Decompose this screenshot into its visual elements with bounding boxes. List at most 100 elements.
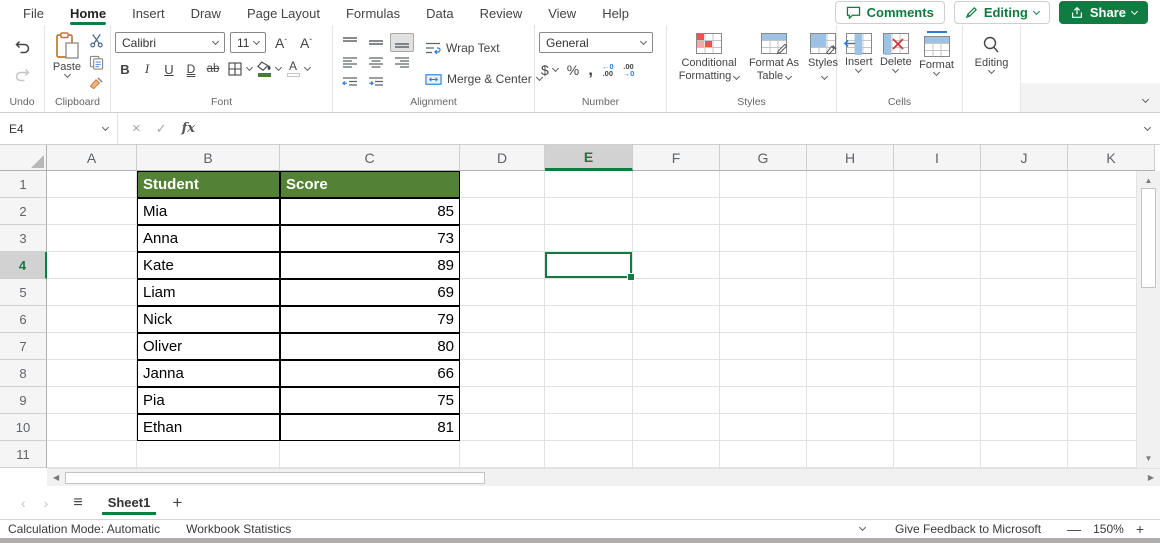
row-header-1[interactable]: 1	[0, 171, 47, 198]
menu-tab-formulas[interactable]: Formulas	[333, 1, 413, 25]
cell-B3[interactable]: Anna	[137, 225, 280, 252]
redo-icon[interactable]	[14, 68, 31, 83]
column-header-B[interactable]: B	[137, 145, 280, 171]
collapse-ribbon-icon[interactable]	[1142, 96, 1149, 103]
decrease-indent-icon[interactable]	[338, 73, 362, 92]
align-bottom-icon[interactable]	[390, 33, 414, 52]
cell-A6[interactable]	[47, 306, 137, 333]
cell-J4[interactable]	[981, 252, 1068, 279]
borders-icon[interactable]	[225, 59, 245, 79]
cell-E2[interactable]	[545, 198, 633, 225]
cell-H5[interactable]	[807, 279, 894, 306]
cell-A10[interactable]	[47, 414, 137, 441]
row-header-8[interactable]: 8	[0, 360, 47, 387]
menu-tab-data[interactable]: Data	[413, 1, 466, 25]
cell-J8[interactable]	[981, 360, 1068, 387]
cell-H7[interactable]	[807, 333, 894, 360]
align-left-icon[interactable]	[338, 53, 362, 72]
cell-D10[interactable]	[460, 414, 545, 441]
cell-B6[interactable]: Nick	[137, 306, 280, 333]
cell-C1[interactable]: Score	[280, 171, 460, 198]
paste-button[interactable]: Paste	[49, 30, 85, 95]
increase-indent-icon[interactable]	[364, 73, 388, 92]
cell-H3[interactable]	[807, 225, 894, 252]
cell-F11[interactable]	[633, 441, 720, 468]
column-header-I[interactable]: I	[894, 145, 981, 171]
column-header-C[interactable]: C	[280, 145, 460, 171]
cell-C4[interactable]: 89	[280, 252, 460, 279]
row-header-4[interactable]: 4	[0, 252, 47, 279]
cell-F4[interactable]	[633, 252, 720, 279]
cell-B4[interactable]: Kate	[137, 252, 280, 279]
comments-button[interactable]: Comments	[835, 1, 945, 24]
cell-B1[interactable]: Student	[137, 171, 280, 198]
name-box[interactable]: E4	[0, 113, 118, 144]
cell-C10[interactable]: 81	[280, 414, 460, 441]
column-header-E[interactable]: E	[545, 145, 633, 171]
cell-H10[interactable]	[807, 414, 894, 441]
cell-G10[interactable]	[720, 414, 807, 441]
cell-B8[interactable]: Janna	[137, 360, 280, 387]
cell-E3[interactable]	[545, 225, 633, 252]
cell-G7[interactable]	[720, 333, 807, 360]
cell-F9[interactable]	[633, 387, 720, 414]
percent-format-icon[interactable]: %	[567, 62, 579, 78]
editing-menu-button[interactable]: Editing	[975, 30, 1009, 112]
cell-J1[interactable]	[981, 171, 1068, 198]
cell-A11[interactable]	[47, 441, 137, 468]
cell-H8[interactable]	[807, 360, 894, 387]
row-header-5[interactable]: 5	[0, 279, 47, 306]
scroll-right-icon[interactable]: ▶	[1142, 473, 1160, 482]
increase-font-size-icon[interactable]: Aˆ	[271, 33, 291, 53]
insert-function-icon[interactable]: fx	[182, 121, 195, 136]
cell-C9[interactable]: 75	[280, 387, 460, 414]
sheet-tab-sheet1[interactable]: Sheet1	[106, 489, 153, 516]
zoom-level[interactable]: 150%	[1093, 522, 1124, 536]
all-sheets-menu-icon[interactable]: ≡	[63, 494, 91, 512]
column-header-D[interactable]: D	[460, 145, 545, 171]
cell-B10[interactable]: Ethan	[137, 414, 280, 441]
zoom-in-button[interactable]: +	[1136, 521, 1144, 537]
cell-H9[interactable]	[807, 387, 894, 414]
cell-E10[interactable]	[545, 414, 633, 441]
cell-C11[interactable]	[280, 441, 460, 468]
align-middle-icon[interactable]	[364, 33, 388, 52]
cell-E7[interactable]	[545, 333, 633, 360]
next-sheet-icon[interactable]: ›	[35, 495, 58, 511]
menu-tab-insert[interactable]: Insert	[119, 1, 178, 25]
cell-G6[interactable]	[720, 306, 807, 333]
insert-cells-button[interactable]: Insert	[845, 30, 873, 95]
feedback-link[interactable]: Give Feedback to Microsoft	[895, 522, 1041, 536]
cell-E5[interactable]	[545, 279, 633, 306]
strikethrough-button[interactable]: ab	[203, 59, 223, 79]
cell-E4[interactable]	[545, 252, 633, 279]
cell-I11[interactable]	[894, 441, 981, 468]
add-sheet-icon[interactable]: +	[172, 493, 182, 513]
cell-D9[interactable]	[460, 387, 545, 414]
cell-I4[interactable]	[894, 252, 981, 279]
status-bar-options-icon[interactable]	[859, 524, 866, 531]
cell-D1[interactable]	[460, 171, 545, 198]
row-header-6[interactable]: 6	[0, 306, 47, 333]
format-cells-button[interactable]: Format	[919, 30, 954, 95]
delete-cells-button[interactable]: Delete	[880, 30, 912, 95]
cell-H1[interactable]	[807, 171, 894, 198]
cell-C5[interactable]: 69	[280, 279, 460, 306]
cell-B2[interactable]: Mia	[137, 198, 280, 225]
currency-format-icon[interactable]: $	[541, 62, 549, 78]
format-as-table-button[interactable]: Format As Table	[745, 30, 803, 95]
cell-A5[interactable]	[47, 279, 137, 306]
cell-J11[interactable]	[981, 441, 1068, 468]
cell-F1[interactable]	[633, 171, 720, 198]
cell-H2[interactable]	[807, 198, 894, 225]
row-header-7[interactable]: 7	[0, 333, 47, 360]
cell-E1[interactable]	[545, 171, 633, 198]
cell-I10[interactable]	[894, 414, 981, 441]
cell-D7[interactable]	[460, 333, 545, 360]
cell-I8[interactable]	[894, 360, 981, 387]
cell-H4[interactable]	[807, 252, 894, 279]
cell-F7[interactable]	[633, 333, 720, 360]
cell-D6[interactable]	[460, 306, 545, 333]
wrap-text-button[interactable]: Wrap Text	[425, 41, 542, 55]
zoom-out-button[interactable]: —	[1067, 521, 1081, 537]
